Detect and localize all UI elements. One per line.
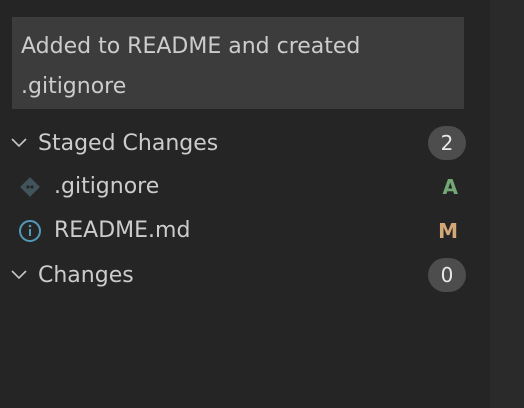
changes-label: Changes [38, 262, 134, 288]
commit-message-input[interactable]: Added to README and created .gitignore [12, 17, 464, 109]
chevron-down-icon [0, 137, 38, 149]
info-icon [18, 219, 42, 243]
changes-header[interactable]: Changes 0 [0, 253, 490, 297]
scrollbar-track[interactable] [490, 0, 524, 408]
staged-file-readme[interactable]: README.md M [0, 209, 490, 253]
staged-file-gitignore[interactable]: .gitignore A [0, 165, 490, 209]
staged-count-badge: 2 [428, 126, 466, 160]
staged-changes-header[interactable]: Staged Changes 2 [0, 121, 490, 165]
staged-changes-label: Staged Changes [38, 130, 219, 156]
source-control-panel: Added to README and created .gitignore S… [0, 0, 490, 408]
status-added: A [442, 175, 458, 199]
git-diamond-icon [18, 175, 42, 199]
file-name: .gitignore [54, 174, 160, 199]
status-modified: M [438, 219, 458, 243]
changes-count-badge: 0 [428, 258, 466, 292]
chevron-down-icon [0, 269, 38, 281]
file-name: README.md [54, 218, 191, 243]
